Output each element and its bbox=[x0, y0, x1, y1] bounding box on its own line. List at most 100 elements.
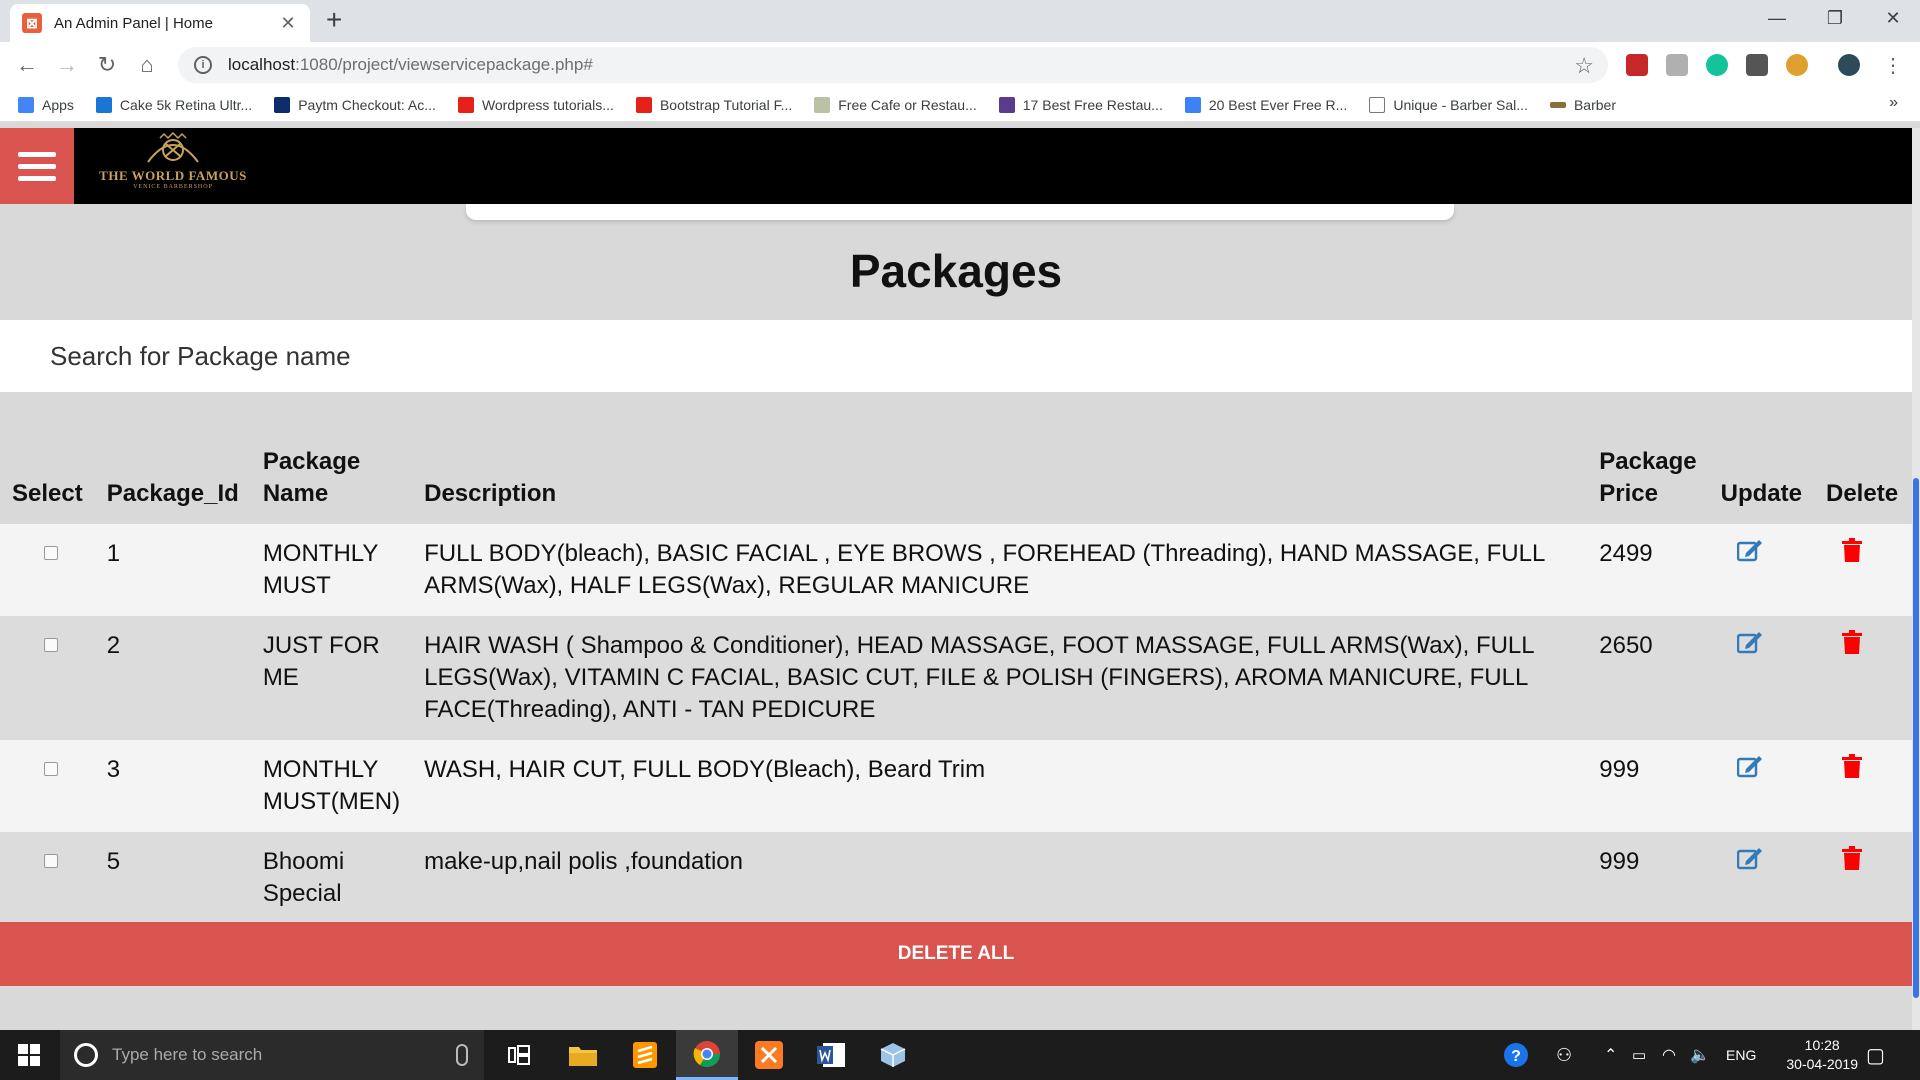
word-icon[interactable] bbox=[800, 1030, 862, 1080]
browser-toolbar: ← → ↻ ⌂ i localhost:1080/project/viewser… bbox=[0, 42, 1920, 88]
package-price: 2499 bbox=[1599, 540, 1653, 567]
xampp-icon[interactable] bbox=[738, 1030, 800, 1080]
file-explorer-icon[interactable] bbox=[552, 1030, 614, 1080]
virtualbox-icon[interactable] bbox=[862, 1030, 924, 1080]
bookmark-item[interactable]: 20 Best Ever Free R... bbox=[1184, 96, 1348, 113]
volume-icon[interactable]: 🔈 bbox=[1690, 1030, 1710, 1080]
package-name: Bhoomi Special bbox=[262, 848, 345, 907]
edit-icon[interactable] bbox=[1736, 754, 1763, 778]
info-icon[interactable]: i bbox=[194, 56, 212, 74]
chrome-menu-icon[interactable]: ⋮ bbox=[1878, 50, 1908, 80]
bookmark-apps[interactable]: Apps bbox=[18, 96, 74, 113]
hamburger-menu-button[interactable] bbox=[0, 128, 74, 204]
template-icon bbox=[814, 96, 831, 113]
trash-icon[interactable] bbox=[1842, 846, 1862, 870]
minimize-icon[interactable]: — bbox=[1748, 0, 1806, 36]
home-icon[interactable]: ⌂ bbox=[132, 50, 162, 80]
table-row: 5 Bhoomi Special make-up,nail polis ,fou… bbox=[0, 832, 1912, 924]
clock-time: 10:28 bbox=[1804, 1037, 1840, 1053]
trash-icon[interactable] bbox=[1842, 630, 1862, 654]
browser-tab[interactable]: ⊠ An Admin Panel | Home ✕ bbox=[10, 4, 310, 42]
bookmark-item[interactable]: Paytm Checkout: Ac... bbox=[274, 96, 436, 113]
chrome-icon[interactable] bbox=[676, 1030, 738, 1080]
maximize-icon[interactable]: ❐ bbox=[1806, 0, 1864, 36]
edit-icon[interactable] bbox=[1736, 538, 1763, 562]
bookmark-item[interactable]: Free Cafe or Restau... bbox=[814, 96, 977, 113]
scrollbar-thumb[interactable] bbox=[1913, 478, 1919, 998]
windows-start-button[interactable] bbox=[0, 1030, 58, 1080]
bookmark-label: 20 Best Ever Free R... bbox=[1208, 96, 1348, 113]
close-tab-icon[interactable]: ✕ bbox=[278, 13, 298, 34]
address-bar[interactable]: i localhost:1080/project/viewservicepack… bbox=[178, 47, 1608, 83]
language-indicator[interactable]: ENG bbox=[1726, 1030, 1756, 1080]
edit-icon[interactable] bbox=[1736, 630, 1763, 654]
row-select-checkbox[interactable] bbox=[44, 854, 58, 868]
wifi-icon[interactable]: ◠ bbox=[1662, 1030, 1676, 1080]
sublime-text-icon[interactable] bbox=[614, 1030, 676, 1080]
column-header-name: Package Name bbox=[262, 448, 361, 507]
more-bookmarks-icon[interactable]: » bbox=[1889, 94, 1898, 112]
notifications-icon[interactable]: ▢ bbox=[1866, 1030, 1885, 1080]
eyedropper-extension-icon[interactable] bbox=[1666, 54, 1688, 76]
column-header-id: Package_Id bbox=[106, 480, 239, 507]
bookmark-item[interactable]: Unique - Barber Sal... bbox=[1369, 96, 1528, 113]
bookmark-item[interactable]: Cake 5k Retina Ultr... bbox=[95, 96, 253, 113]
page-scrollbar[interactable] bbox=[1912, 128, 1920, 1040]
package-price: 999 bbox=[1599, 756, 1640, 783]
bookmark-label: Barber bbox=[1573, 96, 1616, 113]
brand-subtitle: VENICE BARBERSHOP bbox=[133, 184, 213, 190]
close-window-icon[interactable]: ✕ bbox=[1864, 0, 1920, 36]
table-row: 1 MONTHLY MUST FULL BODY(bleach), BASIC … bbox=[0, 524, 1912, 616]
bookmark-item[interactable]: Wordpress tutorials... bbox=[457, 96, 614, 113]
cortana-icon[interactable] bbox=[74, 1043, 98, 1067]
row-select-checkbox[interactable] bbox=[44, 546, 58, 560]
grammarly-icon[interactable] bbox=[1706, 54, 1728, 76]
taskbar-search-box[interactable]: Type here to search bbox=[60, 1030, 484, 1080]
browser-tab-strip: ⊠ An Admin Panel | Home ✕ + — ❐ ✕ bbox=[0, 0, 1920, 42]
package-name: JUST FOR ME bbox=[262, 632, 380, 691]
packages-table: Select Package_Id Package Name Descripti… bbox=[0, 432, 1912, 924]
package-id: 3 bbox=[106, 756, 121, 783]
trash-icon[interactable] bbox=[1842, 538, 1862, 562]
page-title: Packages bbox=[849, 245, 1063, 297]
colorlib-icon bbox=[998, 96, 1015, 113]
column-header-price: Package Price bbox=[1599, 448, 1697, 507]
bookmark-star-icon[interactable]: ☆ bbox=[1574, 53, 1594, 79]
profile-avatar[interactable] bbox=[1838, 54, 1860, 76]
reload-icon[interactable]: ↻ bbox=[92, 50, 122, 80]
bookmark-label: Paytm Checkout: Ac... bbox=[298, 96, 436, 113]
trash-icon[interactable] bbox=[1842, 754, 1862, 778]
row-select-checkbox[interactable] bbox=[44, 638, 58, 652]
package-search-input[interactable] bbox=[0, 320, 1912, 392]
forward-icon[interactable]: → bbox=[52, 50, 82, 80]
help-tray-icon[interactable]: ? bbox=[1502, 1030, 1530, 1080]
cookie-icon[interactable] bbox=[1786, 54, 1808, 76]
brand-logo[interactable]: THE WORLD FAMOUS VENICE BARBERSHOP bbox=[88, 132, 258, 200]
show-hidden-icons-icon[interactable]: ⌃ bbox=[1604, 1030, 1617, 1080]
extension-badge-icon[interactable] bbox=[1746, 54, 1768, 76]
bookmark-item[interactable]: Bootstrap Tutorial F... bbox=[635, 96, 792, 113]
bookmark-label: Wordpress tutorials... bbox=[481, 96, 614, 113]
back-icon[interactable]: ← bbox=[12, 50, 42, 80]
shield-extension-icon[interactable] bbox=[1626, 54, 1648, 76]
delete-all-button[interactable]: DELETE ALL bbox=[0, 922, 1912, 986]
bookmark-item[interactable]: 17 Best Free Restau... bbox=[998, 96, 1163, 113]
column-header-select: Select bbox=[12, 480, 83, 507]
taskbar-clock[interactable]: 10:28 30-04-2019 bbox=[1786, 1036, 1858, 1074]
people-icon[interactable]: ⚇ bbox=[1556, 1030, 1572, 1080]
bookmark-item[interactable]: Barber bbox=[1549, 96, 1616, 113]
microphone-icon[interactable] bbox=[456, 1044, 468, 1066]
row-select-checkbox[interactable] bbox=[44, 762, 58, 776]
brand-name: THE WORLD FAMOUS bbox=[99, 168, 247, 183]
edit-icon[interactable] bbox=[1736, 846, 1763, 870]
top-card-edge bbox=[466, 204, 1454, 220]
package-name: MONTHLY MUST bbox=[262, 540, 378, 599]
package-description: make-up,nail polis ,foundation bbox=[424, 848, 743, 875]
crest-icon bbox=[147, 132, 199, 163]
battery-icon[interactable]: ▭ bbox=[1632, 1030, 1646, 1080]
task-view-icon[interactable] bbox=[488, 1030, 550, 1080]
bookmark-label: Cake 5k Retina Ultr... bbox=[119, 96, 253, 113]
bookmark-label: Apps bbox=[42, 96, 74, 113]
url-path: :1080/project/viewservicepackage.php# bbox=[295, 55, 593, 74]
new-tab-icon[interactable]: + bbox=[326, 6, 342, 34]
